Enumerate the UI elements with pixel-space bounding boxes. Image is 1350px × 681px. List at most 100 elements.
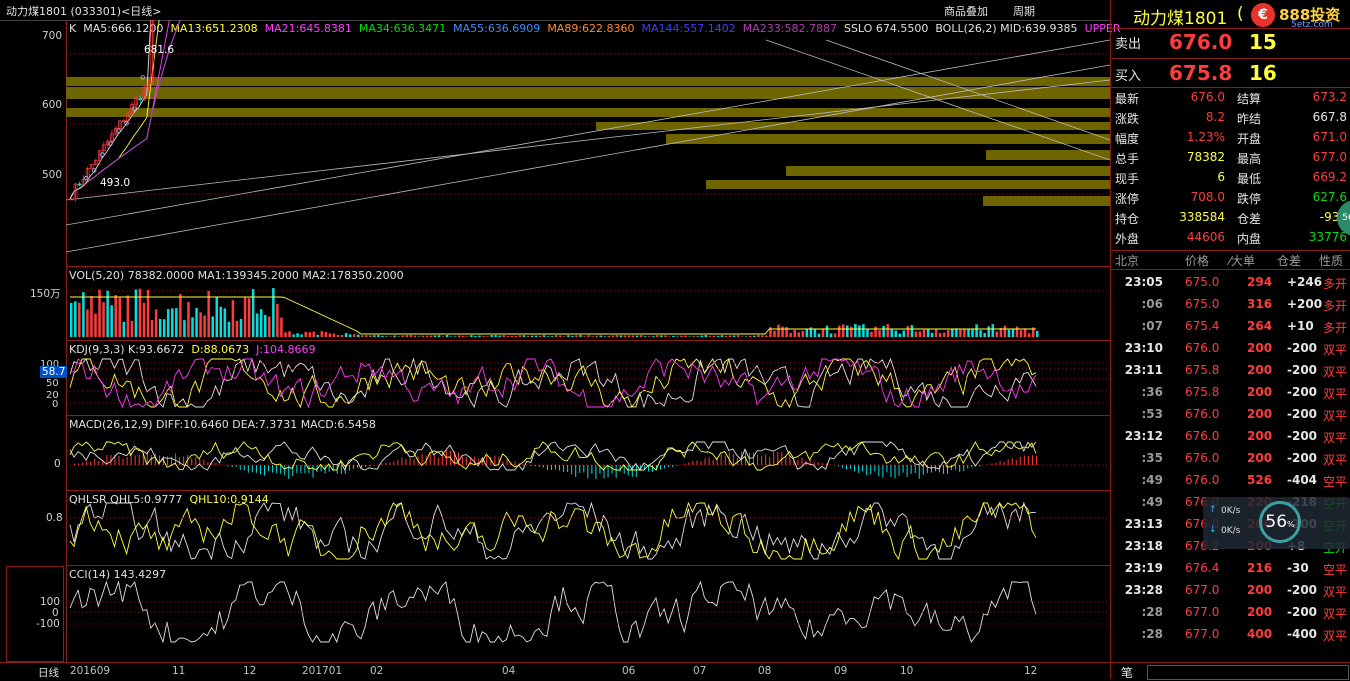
macd-histogram-bar: [963, 465, 964, 471]
macd-histogram-bar: [688, 462, 689, 465]
macd-chart[interactable]: [66, 416, 1110, 490]
macd-histogram-bar: [369, 465, 370, 466]
macd-histogram-bar: [280, 465, 281, 474]
trade-input-box[interactable]: [1147, 665, 1349, 680]
tick-row: :06675.0316+200多开: [1111, 296, 1350, 316]
macd-histogram-bar: [268, 465, 269, 471]
volume-bar: [191, 317, 194, 337]
quote-panel: 动力煤1801 ( € 888投资 5etz.com 卖出 676.0 15 买…: [1110, 0, 1350, 679]
macd-histogram-bar: [822, 463, 823, 465]
macd-histogram-bar: [494, 456, 495, 465]
qhlsr-line-1: [70, 503, 1036, 559]
macd-histogram-bar: [240, 465, 241, 470]
qhlsr-chart[interactable]: [66, 491, 1110, 565]
volume-bar: [401, 335, 404, 337]
buy-qty: 16: [1249, 61, 1277, 85]
cci-panel[interactable]: CCI(14) 143.4297: [66, 566, 1110, 662]
volume-bar: [159, 319, 162, 337]
candlestick-chart[interactable]: [66, 20, 1110, 266]
trend-line: [66, 40, 1110, 225]
volume-bar: [939, 333, 942, 337]
volume-bar: [418, 336, 421, 337]
macd-histogram-bar: [733, 454, 734, 465]
overlay-commodity-button[interactable]: 商品叠加: [944, 3, 988, 19]
volume-bar: [789, 333, 792, 337]
macd-histogram-bar: [203, 459, 204, 465]
tick-cell-d: -30: [1287, 561, 1309, 575]
volume-bar: [232, 300, 235, 337]
tick-cell-t: :28: [1111, 627, 1163, 641]
volume-bar: [224, 308, 227, 337]
tick-cell-d: -200: [1287, 451, 1317, 465]
price-panel[interactable]: KMA5:666.1200MA13:651.2308MA21:645.8381M…: [66, 20, 1110, 267]
volume-bar: [535, 336, 538, 337]
macd-histogram-bar: [1004, 462, 1005, 465]
tick-cell-p: 676.0: [1185, 451, 1219, 465]
x-tick: 08: [758, 665, 771, 677]
macd-histogram-bar: [668, 465, 669, 467]
macd-histogram-bar: [705, 458, 706, 465]
candle-body: [78, 184, 81, 185]
volume-bar: [240, 319, 243, 337]
cci-chart[interactable]: [66, 566, 1110, 662]
volume-bar: [139, 289, 142, 337]
macd-histogram-bar: [575, 465, 576, 477]
tick-cell-d: -200: [1287, 341, 1317, 355]
stat-label: 持仓: [1115, 210, 1139, 227]
stat-value: 44606: [1187, 230, 1225, 244]
volume-profile-band: [666, 134, 1110, 144]
volume-bar: [604, 336, 607, 337]
volume-bar: [616, 335, 619, 337]
tick-cell-n: 双平: [1323, 627, 1347, 644]
macd-histogram-bar: [749, 453, 750, 465]
macd-histogram-bar: [692, 461, 693, 465]
volume-bar: [252, 289, 255, 337]
quote-header: 动力煤1801 ( € 888投资 5etz.com: [1111, 0, 1350, 29]
tick-cell-p: 675.0: [1185, 297, 1219, 311]
volume-bar: [264, 315, 267, 337]
macd-histogram-bar: [591, 465, 592, 474]
stat-label: 仓差: [1237, 210, 1261, 227]
volume-bar: [430, 336, 433, 337]
x-tick: 06: [622, 665, 635, 677]
macd-histogram-bar: [636, 465, 637, 477]
volume-bar: [822, 328, 825, 337]
qhlsr-panel[interactable]: QHLSR QHL5:0.9777QHL10:0.9144: [66, 491, 1110, 566]
macd-histogram-bar: [915, 465, 916, 473]
macd-histogram-bar: [220, 464, 221, 465]
period-label: 日线: [38, 665, 59, 680]
volume-bar: [951, 329, 954, 337]
volume-bar: [947, 330, 950, 337]
tick-cell-n: 双平: [1323, 605, 1347, 622]
volume-bar: [842, 325, 845, 337]
tick-cell-d: -200: [1287, 429, 1317, 443]
cpu-gauge: 56%: [1259, 501, 1301, 543]
tick-cell-n: 双平: [1323, 583, 1347, 600]
macd-histogram-bar: [899, 465, 900, 476]
volume-bar: [874, 327, 877, 337]
volume-chart[interactable]: [66, 267, 1110, 340]
macd-histogram-bar: [531, 465, 532, 466]
macd-histogram-bar: [507, 459, 508, 465]
stat-label: 最低: [1237, 170, 1261, 187]
volume-bar: [959, 330, 962, 337]
macd-panel[interactable]: MACD(26,12,9) DIFF:10.6460 DEA:7.3731 MA…: [66, 416, 1110, 491]
macd-histogram-bar: [1032, 455, 1033, 465]
kdj-chart[interactable]: [66, 341, 1110, 415]
volume-panel[interactable]: VOL(5,20) 78382.0000 MA1:139345.2000 MA2…: [66, 267, 1110, 341]
tick-cell-t: 23:28: [1111, 583, 1163, 597]
volume-bar: [414, 336, 417, 337]
volume-bar: [502, 335, 505, 337]
volume-bar: [652, 336, 655, 337]
volume-bar: [426, 336, 429, 337]
macd-histogram-bar: [567, 465, 568, 472]
kdj-panel[interactable]: KDJ(9,3,3) K:93.6672D:88.0673J:104.8669: [66, 341, 1110, 416]
tick-cell-t: :36: [1111, 385, 1163, 399]
tick-header-cell: 北京: [1115, 252, 1139, 269]
macd-histogram-bar: [94, 459, 95, 465]
macd-histogram-bar: [931, 465, 932, 473]
period-button[interactable]: 周期: [1013, 3, 1035, 19]
macd-histogram-bar: [886, 465, 887, 472]
network-speed-widget[interactable]: ↑ 0K/s ↓ 0K/s 56%: [1203, 497, 1350, 549]
volume-bar: [733, 335, 736, 337]
